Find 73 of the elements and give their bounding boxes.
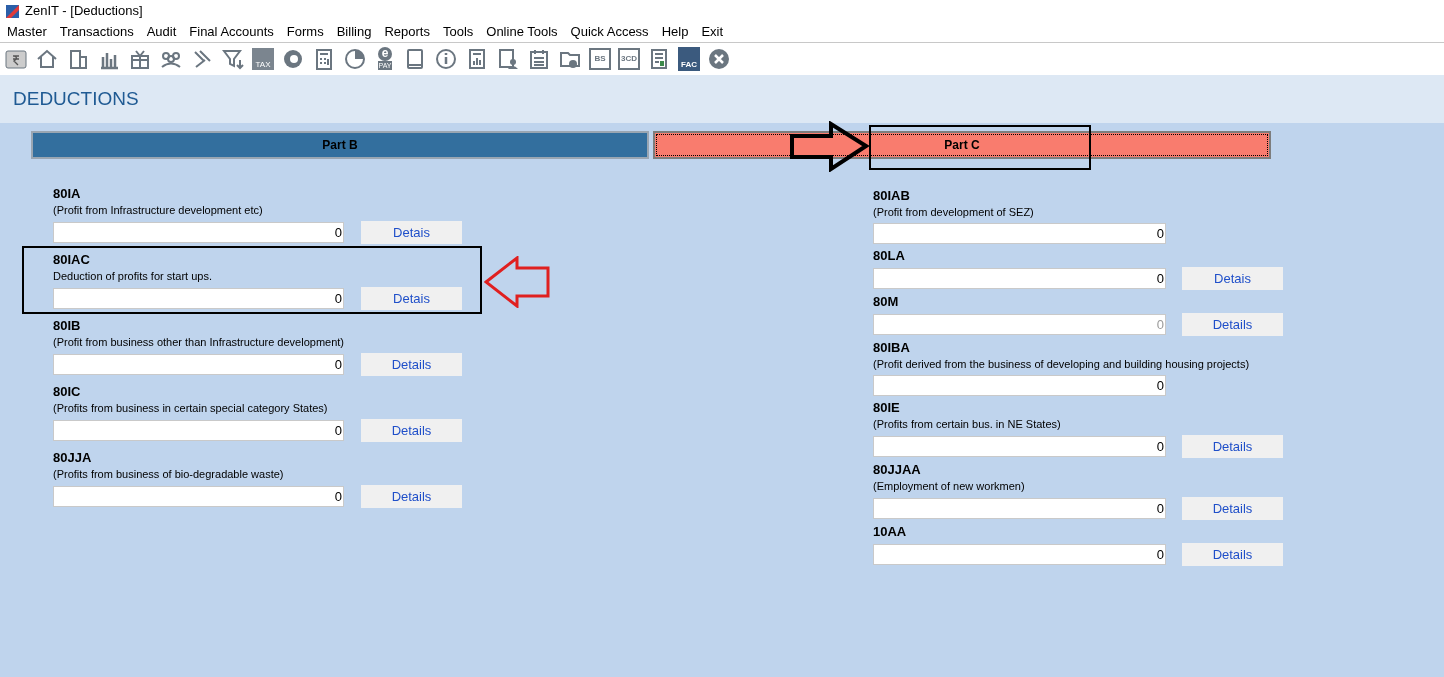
amount-field[interactable]: 0 bbox=[873, 436, 1166, 457]
user-document-icon[interactable] bbox=[496, 47, 520, 71]
fac-button[interactable]: FAC bbox=[678, 47, 700, 71]
menu-item[interactable]: Master bbox=[7, 22, 47, 42]
currency-note-icon[interactable] bbox=[4, 47, 28, 71]
section-code: 80IAB bbox=[873, 188, 911, 204]
section-code: 80JJA bbox=[53, 450, 93, 466]
window-title: ZenIT - [Deductions] bbox=[25, 2, 143, 21]
pie-chart-icon[interactable] bbox=[343, 47, 367, 71]
section-code: 80IC bbox=[53, 384, 82, 400]
menu-item[interactable]: Audit bbox=[146, 22, 177, 42]
section-description: (Profit from Infrastructure development etc) bbox=[53, 203, 264, 218]
report-button[interactable]: 3CD bbox=[618, 48, 640, 70]
section-code: 80M bbox=[873, 294, 900, 310]
section-code: 80IAC bbox=[53, 252, 91, 268]
menu-item[interactable]: Online Tools bbox=[486, 22, 558, 42]
menu-item[interactable]: Final Accounts bbox=[189, 22, 274, 42]
close-icon[interactable] bbox=[707, 47, 731, 71]
amount-field[interactable]: 0 bbox=[53, 222, 344, 243]
section-description: (Profits from certain bus. in NE States) bbox=[873, 417, 1062, 432]
tab[interactable]: Part C bbox=[653, 131, 1271, 159]
tab[interactable]: Part B bbox=[31, 131, 649, 159]
amount-field[interactable]: 0 bbox=[873, 375, 1166, 396]
menu-item[interactable]: Exit bbox=[701, 22, 724, 42]
calendar-icon[interactable] bbox=[527, 47, 551, 71]
section-description: (Profits from business of bio-degradable waste) bbox=[53, 467, 285, 482]
amount-field[interactable]: 0 bbox=[53, 486, 344, 507]
amount-field[interactable]: 0 bbox=[53, 354, 344, 375]
details-button[interactable]: Detais bbox=[1182, 267, 1283, 290]
menu-item[interactable]: Help bbox=[661, 22, 689, 42]
section-code: 80IE bbox=[873, 400, 901, 416]
section-description: (Profit from business other than Infrastructure development) bbox=[53, 335, 346, 350]
section-description: (Profit from development of SEZ) bbox=[873, 205, 1035, 220]
menu-item[interactable]: Transactions bbox=[59, 22, 134, 42]
section-description: Deduction of profits for start ups. bbox=[53, 269, 213, 284]
amount-field[interactable]: 0 bbox=[873, 544, 1166, 565]
page-heading: DEDUCTIONS bbox=[13, 86, 139, 111]
section-code: 80IBA bbox=[873, 340, 911, 356]
details-button[interactable]: Detais bbox=[361, 221, 462, 244]
report-button[interactable]: BS bbox=[589, 48, 611, 70]
menu-item[interactable]: Tools bbox=[442, 22, 474, 42]
amount-field[interactable]: 0 bbox=[873, 498, 1166, 519]
app-logo-icon bbox=[6, 4, 19, 18]
disc-icon[interactable] bbox=[281, 47, 305, 71]
tax-button[interactable]: TAX bbox=[252, 48, 274, 70]
home-icon[interactable] bbox=[35, 47, 59, 71]
details-button[interactable]: Details bbox=[1182, 543, 1283, 566]
menu-item[interactable]: Reports bbox=[384, 22, 430, 42]
amount-field[interactable]: 0 bbox=[873, 268, 1166, 289]
section-code: 80IA bbox=[53, 186, 82, 202]
menu-item[interactable]: Quick Access bbox=[570, 22, 649, 42]
details-button[interactable]: Details bbox=[1182, 497, 1283, 520]
section-description: (Profit derived from the business of developing and building housing projects) bbox=[873, 357, 1251, 372]
menu-item[interactable]: Forms bbox=[286, 22, 324, 42]
section-code: 80JJAA bbox=[873, 462, 922, 478]
section-description: (Profits from business in certain special category States) bbox=[53, 401, 329, 416]
section-code: 80LA bbox=[873, 248, 906, 264]
filter-icon[interactable] bbox=[221, 47, 245, 71]
details-button[interactable]: Detais bbox=[361, 287, 462, 310]
arrow-icon bbox=[484, 256, 550, 308]
section-description: (Employment of new workmen) bbox=[873, 479, 1026, 494]
amount-field[interactable]: 0 bbox=[53, 288, 344, 309]
amount-field[interactable]: 0 bbox=[873, 223, 1166, 244]
arrow-icon bbox=[789, 121, 869, 172]
amount-field[interactable]: 0 bbox=[53, 420, 344, 441]
menu-item[interactable]: Billing bbox=[336, 22, 372, 42]
details-button[interactable]: Details bbox=[1182, 435, 1283, 458]
details-button[interactable]: Details bbox=[361, 419, 462, 442]
info-icon[interactable] bbox=[434, 47, 458, 71]
details-button[interactable]: Details bbox=[361, 353, 462, 376]
section-code: 80IB bbox=[53, 318, 82, 334]
section-code: 10AA bbox=[873, 524, 908, 540]
details-button[interactable]: Details bbox=[361, 485, 462, 508]
